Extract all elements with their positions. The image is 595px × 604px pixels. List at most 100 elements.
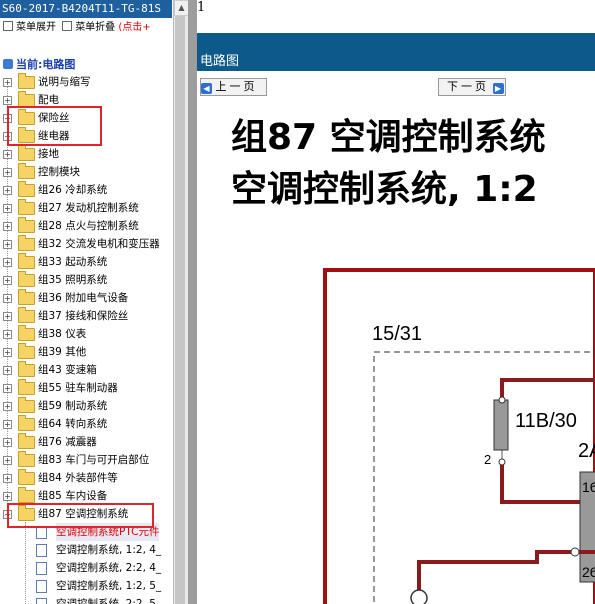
expand-toggle-icon[interactable]: + [3, 294, 12, 303]
folder-icon [18, 145, 35, 161]
highlight-box-fuse-relay [7, 106, 102, 146]
prev-page-button[interactable]: ◀ 上一页 [200, 78, 267, 96]
tree-document-label: 空调控制系统, 2:2, 4_ [56, 562, 162, 574]
folder-icon [18, 451, 35, 467]
tree-folder-label: 组76 减震器 [38, 436, 97, 448]
connector-pin-label: 26 [582, 564, 595, 580]
folder-icon [18, 73, 35, 89]
tree-folder-label: 组36 附加电气设备 [38, 292, 129, 304]
expand-toggle-icon[interactable]: + [3, 492, 12, 501]
tree-folder-label: 组26 冷却系统 [38, 184, 108, 196]
next-page-button[interactable]: 下一页 ▶ [438, 78, 506, 96]
folder-icon [18, 199, 35, 215]
folder-icon [18, 487, 35, 503]
expand-toggle-icon[interactable]: + [3, 186, 12, 195]
expand-toggle-icon[interactable]: + [3, 456, 12, 465]
fuse-label: 11B/30 [515, 410, 577, 432]
folder-icon [18, 433, 35, 449]
page-number: 1 [197, 0, 206, 15]
tree-folder-label: 组37 接线和保险丝 [38, 310, 129, 322]
arrow-right-icon: ▶ [492, 83, 504, 94]
expand-toggle-icon[interactable]: + [3, 96, 12, 105]
folder-icon [18, 307, 35, 323]
current-location[interactable]: 当前:电路图 [3, 56, 75, 72]
home-icon [3, 59, 13, 69]
tree-connector-line [25, 522, 26, 604]
collapse-icon [62, 21, 73, 31]
expand-toggle-icon[interactable]: + [3, 168, 12, 177]
expand-toggle-icon[interactable]: + [3, 348, 12, 357]
expand-toggle-icon[interactable]: + [3, 384, 12, 393]
tree-panel: S60-2017-B4204T11-TG-81S 菜单展开 菜单折叠 (点击+ … [0, 0, 172, 604]
folder-icon [18, 361, 35, 377]
tree-folder-label: 控制模块 [38, 166, 80, 178]
tree-folder-label: 组64 转向系统 [38, 418, 108, 430]
expand-toggle-icon[interactable]: + [3, 258, 12, 267]
folder-icon [18, 181, 35, 197]
tree-folder-label: 组43 变速箱 [38, 364, 97, 376]
expand-toggle-icon[interactable]: + [3, 240, 12, 249]
toolbar-hint: (点击+ [118, 22, 151, 33]
folder-icon [18, 397, 35, 413]
fuse-symbol [493, 399, 509, 451]
expand-toggle-icon[interactable]: + [3, 420, 12, 429]
expand-toggle-icon[interactable]: + [3, 78, 12, 87]
scroll-up-arrow-icon[interactable]: ▲ [174, 0, 189, 16]
expand-toggle-icon[interactable]: + [3, 438, 12, 447]
folder-icon [18, 415, 35, 431]
pin-dot [570, 547, 580, 557]
tree-document-label: 空调控制系统, 1:2, 5_ [56, 580, 162, 592]
collapse-menu-button[interactable]: 菜单折叠 [59, 20, 115, 36]
tree-folder-label: 组33 起动系统 [38, 256, 108, 268]
header-band [197, 33, 595, 71]
pin-dot [498, 396, 506, 404]
expand-icon [3, 21, 13, 31]
folder-icon [18, 217, 35, 233]
connector-pin-label: 16 [582, 479, 595, 495]
expand-toggle-icon[interactable]: + [3, 330, 12, 339]
tree-document-label: 空调控制系统, 2:2, 5_ [56, 598, 162, 604]
pin-label: 2 [484, 452, 491, 467]
tree-folder-label: 组39 其他 [38, 346, 87, 358]
tree-folder-label: 说明与缩写 [38, 76, 91, 88]
tree-folder-label: 组59 制动系统 [38, 400, 108, 412]
panel-divider[interactable] [188, 0, 197, 604]
wire [500, 378, 595, 400]
tree-scrollbar-thumb[interactable] [175, 16, 185, 604]
expand-toggle-icon[interactable]: + [3, 474, 12, 483]
pin-dot [498, 458, 506, 466]
tree-folder-label: 组27 发动机控制系统 [38, 202, 139, 214]
tree-toolbar: 菜单展开 菜单折叠 (点击+ [0, 20, 172, 36]
document-icon [36, 544, 47, 557]
window-title: S60-2017-B4204T11-TG-81S [0, 0, 172, 18]
tree-folder-label: 组83 车门与可开启部位 [38, 454, 150, 466]
folder-icon [18, 469, 35, 485]
arrow-left-icon: ◀ [201, 83, 212, 94]
expand-toggle-icon[interactable]: + [3, 366, 12, 375]
expand-toggle-icon[interactable]: + [3, 204, 12, 213]
connector-label: 2A [578, 440, 595, 462]
expand-menu-button[interactable]: 菜单展开 [0, 20, 56, 36]
folder-icon [18, 379, 35, 395]
expand-toggle-icon[interactable]: + [3, 150, 12, 159]
tree-folder-label: 组28 点火与控制系统 [38, 220, 139, 232]
tree-folder-label: 组35 照明系统 [38, 274, 108, 286]
tree-folder-label: 组38 仪表 [38, 328, 87, 340]
folder-icon [18, 163, 35, 179]
document-title-line1: 组87 空调控制系统 [231, 117, 546, 158]
folder-icon [18, 325, 35, 341]
content-panel: 1 电路图 ◀ 上一页 下一页 ▶ 组87 空调控制系统 空调控制系统, 1:2… [197, 0, 595, 604]
expand-toggle-icon[interactable]: + [3, 402, 12, 411]
document-icon [36, 598, 47, 604]
tree-folder-label: 组32 交流发电机和变压器 [38, 238, 160, 250]
wire [417, 550, 595, 604]
folder-icon [18, 271, 35, 287]
expand-toggle-icon[interactable]: + [3, 276, 12, 285]
expand-toggle-icon[interactable]: + [3, 312, 12, 321]
tree-folder-label: 接地 [38, 148, 59, 160]
box-label: 15/31 [372, 323, 422, 345]
document-title-line2: 空调控制系统, 1:2 [231, 169, 538, 210]
folder-icon [18, 235, 35, 251]
page-title: 电路图 [200, 54, 240, 69]
expand-toggle-icon[interactable]: + [3, 222, 12, 231]
